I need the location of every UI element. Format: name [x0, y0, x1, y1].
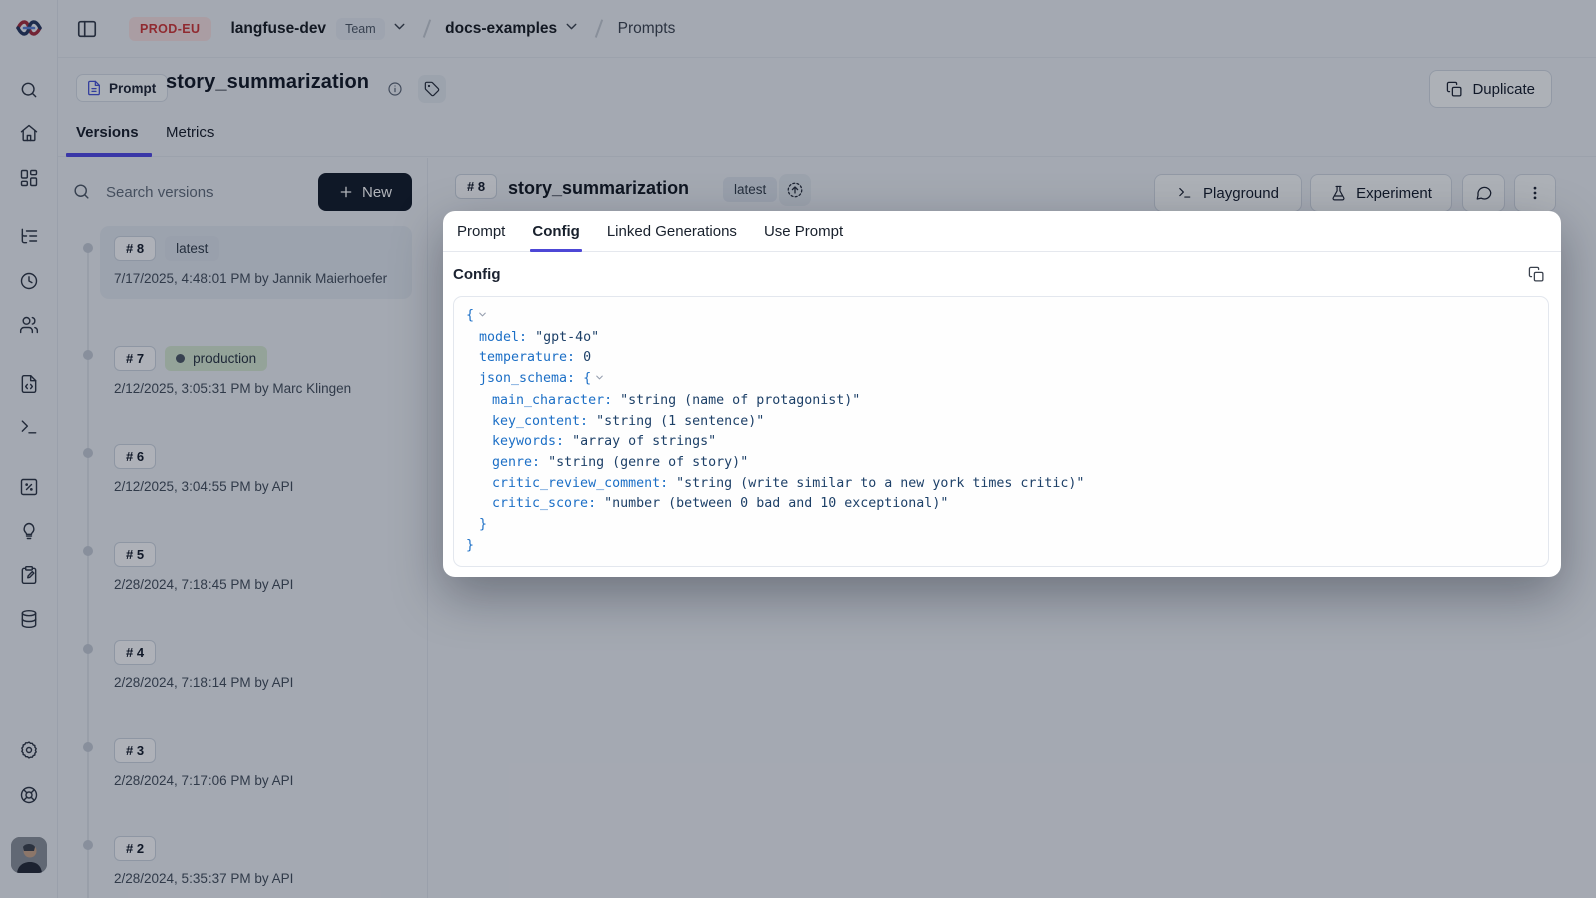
config-title: Config — [453, 266, 500, 283]
tab-prompt[interactable]: Prompt — [457, 211, 505, 252]
app-root: PROD-EU langfuse-dev Team docs-examples … — [0, 0, 1596, 898]
tab-config[interactable]: Config — [532, 211, 579, 252]
config-section-header: Config — [453, 252, 1549, 296]
collapse-chevron-icon[interactable] — [594, 370, 605, 391]
tab-use-prompt[interactable]: Use Prompt — [764, 211, 843, 252]
tab-linked-generations[interactable]: Linked Generations — [607, 211, 737, 252]
copy-config-icon[interactable] — [1523, 261, 1549, 287]
version-detail-card: Prompt Config Linked Generations Use Pro… — [443, 211, 1561, 577]
collapse-chevron-icon[interactable] — [477, 307, 488, 328]
config-json-viewer[interactable]: { model: "gpt-4o" temperature: 0 json_sc… — [453, 296, 1549, 567]
card-tabs: Prompt Config Linked Generations Use Pro… — [443, 211, 1561, 252]
